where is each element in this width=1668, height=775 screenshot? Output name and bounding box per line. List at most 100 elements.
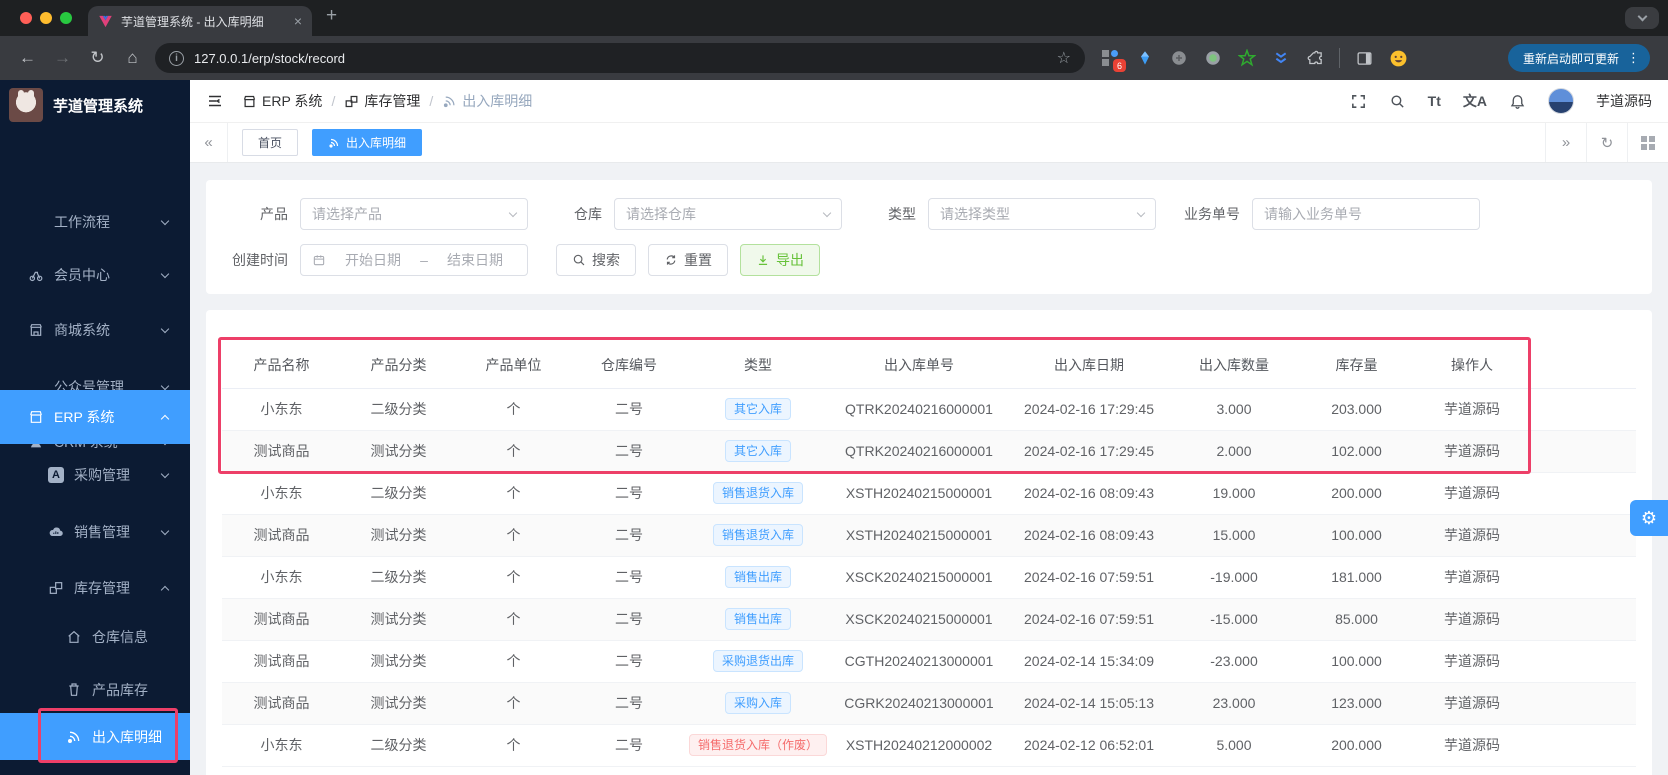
app-logo-avatar [9,88,43,122]
cell-date: 2024-02-16 08:09:43 [1009,472,1169,515]
breadcrumb-item-stock-mgmt[interactable]: 库存管理 [344,91,420,111]
browser-menu-icon[interactable]: ⋮ [1627,50,1640,66]
col-warehouse: 仓库编号 [571,342,687,389]
chevron-down-icon [160,381,170,390]
collapse-menu-icon[interactable] [206,92,224,110]
cell-product: 测试商品 [222,640,341,683]
sidebar-item-sales-mgmt[interactable]: 销售管理 [0,512,190,552]
browser-tab[interactable]: 芋道管理系统 - 出入库明细 × [88,6,312,36]
reset-button[interactable]: 重置 [648,244,728,276]
chevron-down-icon [160,469,170,478]
sidebar-item-stock-record[interactable]: 出入库明细 [0,713,190,760]
sidebar-item-member-center[interactable]: 会员中心 [0,255,190,295]
sidebar-item-label: 产品库存 [92,682,148,698]
type-select[interactable]: 请选择类型 [928,198,1156,230]
tab-close-icon[interactable]: × [294,14,302,28]
back-button[interactable]: ← [10,48,45,68]
side-panel-icon[interactable] [1354,48,1374,68]
search-icon[interactable] [1389,93,1406,110]
sidebar-item-erp-system[interactable]: ERP 系统 [0,390,190,444]
biz-no-input[interactable]: 请输入业务单号 [1252,198,1480,230]
header-actions: Tt 文A 芋道源码 [1350,88,1652,114]
forward-button[interactable]: → [45,48,80,68]
bookmark-star-icon[interactable]: ☆ [1057,48,1071,68]
export-button[interactable]: 导出 [740,244,820,276]
address-bar[interactable]: i 127.0.0.1/erp/stock/record ☆ [155,43,1085,73]
window-close-button[interactable] [20,12,32,24]
product-select[interactable]: 请选择产品 [300,198,528,230]
cell-qty: -15.000 [1169,598,1299,641]
breadcrumb-item-erp[interactable]: ERP 系统 [242,91,322,111]
tabs-scroll-right-button[interactable]: » [1545,123,1586,162]
cell-date: 2024-02-14 15:05:13 [1009,682,1169,725]
reload-button[interactable]: ↻ [80,48,115,68]
cell-qty: 19.000 [1169,472,1299,515]
cell-category: 测试分类 [341,598,456,641]
cell-product: 测试商品 [222,598,341,641]
type-badge: 采购入库 [724,692,791,714]
extension-icon-vue[interactable] [1135,48,1155,68]
sidebar-item-label: 仓库信息 [92,629,148,645]
sidebar-item-warehouse-info[interactable]: 仓库信息 [0,617,190,657]
table-row: 测试商品 测试分类 个 二号 采购退货出库 CGTH20240213000001… [222,640,1636,683]
cell-date: 2024-02-16 17:29:45 [1009,388,1169,431]
sidebar: 工作流程 会员中心 商城系统 公众号管理 CRM 系统 [0,80,190,775]
tabs-layout-button[interactable] [1627,123,1668,162]
app-logo[interactable]: 芋道管理系统 [0,80,190,130]
settings-fab[interactable]: ⚙ [1630,500,1668,536]
sidebar-item-label: 会员中心 [54,267,110,283]
extension-icon-blue-chevrons[interactable] [1271,48,1291,68]
col-qty: 出入库数量 [1169,342,1299,389]
cell-operator: 芋道源码 [1414,430,1530,473]
date-separator: – [420,252,428,268]
sidebar-item-workflow[interactable]: 工作流程 [0,202,190,242]
sidebar-item-stock-mgmt[interactable]: 库存管理 [0,568,190,608]
tabs-refresh-button[interactable]: ↻ [1586,123,1627,162]
fullscreen-icon[interactable] [1350,93,1367,110]
extension-icon-gray[interactable] [1169,48,1189,68]
sidebar-item-purchase-mgmt[interactable]: A 采购管理 [0,455,190,495]
page-tab-home[interactable]: 首页 [242,129,299,156]
type-badge: 销售退货入库（作废） [688,734,827,756]
window-minimize-button[interactable] [40,12,52,24]
bell-icon[interactable] [1509,93,1526,110]
extension-icon-green-star[interactable] [1237,48,1257,68]
chrome-update-button[interactable]: 重新启动即可更新 ⋮ [1507,44,1650,72]
extensions-puzzle-icon[interactable] [1305,48,1325,68]
type-badge: 采购退货出库 [712,650,803,672]
header-bar: ERP 系统 / 库存管理 / 出入库明细 Tt 文A 芋道源码 [190,80,1668,123]
site-info-icon[interactable]: i [169,50,184,66]
app-title: 芋道管理系统 [53,97,144,115]
cell-stock: 85.000 [1299,598,1414,641]
tabs-scroll-left-button[interactable]: « [190,123,228,162]
cell-warehouse: 二号 [571,514,687,557]
window-zoom-button[interactable] [60,12,72,24]
sidebar-item-label: 工作流程 [54,214,110,230]
font-size-icon[interactable]: Tt [1428,93,1441,109]
extensions-area: 6 [1101,48,1408,72]
export-button-label: 导出 [776,252,804,268]
new-tab-button[interactable]: + [326,5,337,27]
cell-warehouse: 二号 [571,430,687,473]
warehouse-select[interactable]: 请选择仓库 [614,198,842,230]
extension-badge: 6 [1113,59,1126,72]
extension-icon-green-dot[interactable] [1203,48,1223,68]
search-button[interactable]: 搜索 [556,244,636,276]
cell-unit: 个 [456,640,571,683]
user-avatar[interactable] [1548,88,1574,114]
sidebar-item-mall-system[interactable]: 商城系统 [0,310,190,350]
page-tab-stock-record[interactable]: 出入库明细 [312,129,423,156]
emoji-profile-icon[interactable] [1388,48,1408,68]
extension-icon-stats[interactable]: 6 [1101,48,1126,72]
date-range-input[interactable]: 开始日期 – 结束日期 [300,244,528,276]
refresh-icon [666,255,676,265]
tab-search-button[interactable] [1625,7,1659,29]
biz-no-filter-label: 业务单号 [1184,206,1240,222]
home-button[interactable]: ⌂ [115,48,150,68]
sidebar-item-label: 出入库明细 [92,728,162,745]
table-row: 小东东 二级分类 个 二号 其它入库 QTRK20240216000001 20… [222,388,1636,431]
url-text: 127.0.0.1/erp/stock/record [194,50,346,66]
translate-icon[interactable]: 文A [1463,91,1487,111]
sidebar-item-product-stock[interactable]: 产品库存 [0,670,190,710]
username[interactable]: 芋道源码 [1596,91,1652,111]
